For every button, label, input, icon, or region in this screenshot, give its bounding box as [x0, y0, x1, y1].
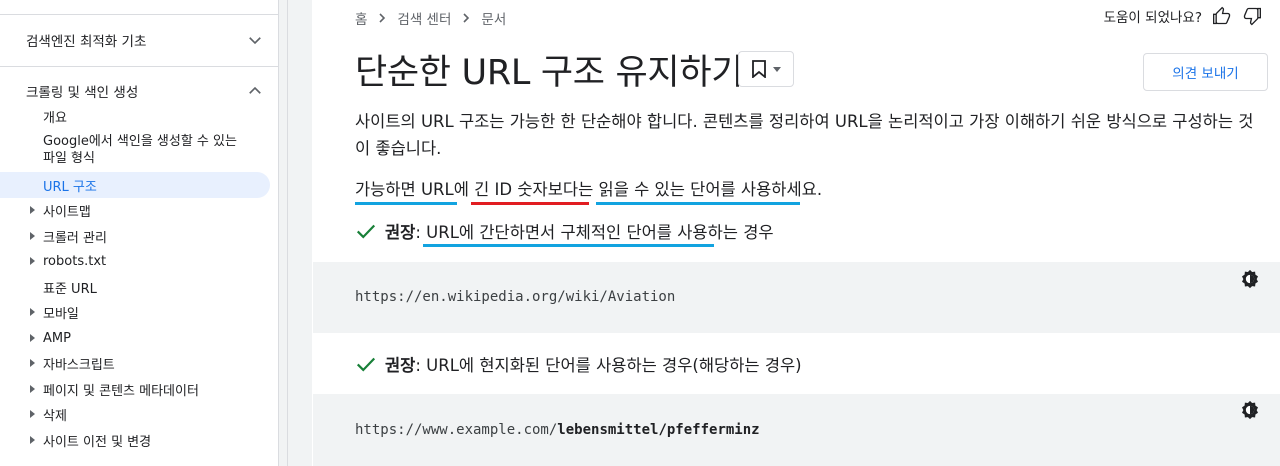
sidebar-item-label: AMP [43, 330, 71, 346]
check-icon [356, 357, 376, 372]
intro-paragraph: 사이트의 URL 구조는 가능한 한 단순해야 합니다. 콘텐츠를 정리하여 U… [355, 112, 1254, 158]
dropdown-arrow-icon [773, 66, 781, 72]
sidebar-item-label: 크롤러 관리 [43, 230, 107, 246]
chevron-right-icon [463, 13, 470, 23]
sidebar-item-label: robots.txt [43, 253, 107, 269]
chevron-down-icon [249, 37, 261, 45]
theme-toggle-icon[interactable] [1240, 269, 1260, 289]
breadcrumb-docs[interactable]: 문서 [481, 8, 506, 28]
sidebar: 검색엔진 최적화 기초 크롤링 및 색인 생성 개요 Google에서 색인을 … [0, 0, 278, 466]
code-text: https://en.wikipedia.org/wiki/Aviation [355, 289, 676, 305]
caret-right-icon [30, 232, 35, 240]
recommendation-2: 권장 : URL에 현지화된 단어를 사용하는 경우(해당하는 경우) [355, 352, 802, 376]
gutter-divider [287, 0, 288, 466]
breadcrumb-home[interactable]: 홈 [355, 8, 367, 28]
sidebar-item-removals[interactable]: 삭제 [0, 404, 270, 424]
sidebar-item-label: URL 구조 [43, 179, 97, 195]
caret-right-icon [30, 410, 35, 418]
helpful-widget: 도움이 되었나요? [1104, 6, 1262, 26]
code-sample: https://en.wikipedia.org/wiki/Aviation [355, 289, 675, 305]
bookmark-icon [752, 60, 766, 78]
breadcrumb-search-central[interactable]: 검색 센터 [397, 8, 451, 28]
chevron-right-icon [379, 13, 386, 23]
guideline-text: 가능하면 URL에 긴 ID 숫자보다는 읽을 수 있는 단어를 사용하세요. [355, 180, 823, 199]
sidebar-item-label: 삭제 [43, 408, 67, 424]
caret-right-icon [30, 359, 35, 367]
caret-right-icon [30, 385, 35, 393]
sidebar-section-crawling[interactable]: 크롤링 및 색인 생성 [0, 71, 278, 111]
helpful-label: 도움이 되었나요? [1103, 10, 1202, 26]
recommendation-label: 권장 [385, 356, 416, 375]
sidebar-item-amp[interactable]: AMP [0, 328, 270, 348]
sidebar-item-crawler-management[interactable]: 크롤러 관리 [0, 226, 270, 246]
check-icon [356, 224, 376, 239]
theme-toggle-icon[interactable] [1240, 400, 1260, 420]
sidebar-item-page-metadata[interactable]: 페이지 및 콘텐츠 메타데이터 [0, 379, 270, 399]
breadcrumb: 홈 검색 센터 문서 [355, 8, 506, 28]
annotation-underline-blue [596, 202, 800, 205]
sidebar-section-seo-basics[interactable]: 검색엔진 최적화 기초 [0, 20, 278, 60]
sidebar-item-javascript[interactable]: 자바스크립트 [0, 353, 270, 373]
sidebar-item-label: 모바일 [43, 306, 79, 322]
code-block-2: https://www.example.com/lebensmittel/pfe… [313, 394, 1280, 466]
annotation-underline-red [471, 202, 589, 205]
code-block-1: https://en.wikipedia.org/wiki/Aviation [313, 262, 1280, 333]
code-text: https://www.example.com/ [355, 422, 558, 438]
recommendation-text: : URL에 현지화된 단어를 사용하는 경우(해당하는 경우) [415, 356, 802, 375]
thumb-up-icon [1213, 6, 1231, 25]
sidebar-item-label: 개요 [43, 110, 67, 126]
sidebar-item-robots-txt[interactable]: robots.txt [0, 251, 270, 271]
recommendation-text: : URL에 간단하면서 구체적인 단어를 사용하는 경우 [415, 223, 774, 242]
sidebar-scroll-gutter [278, 0, 312, 466]
sidebar-item-label: Google에서 색인을 생성할 수 있는 파일 형식 [43, 134, 237, 166]
sidebar-divider [0, 66, 278, 67]
thumb-down-button[interactable] [1242, 6, 1262, 26]
sidebar-item-label: 사이트맵 [43, 204, 91, 220]
caret-right-icon [30, 436, 35, 444]
caret-right-icon [30, 308, 35, 316]
send-feedback-button[interactable]: 의견 보내기 [1143, 53, 1268, 91]
sidebar-section-label: 크롤링 및 색인 생성 [26, 85, 139, 101]
sidebar-divider [0, 14, 278, 15]
bookmark-button[interactable] [738, 51, 794, 87]
page-title: 단순한 URL 구조 유지하기 [355, 53, 744, 93]
chevron-up-icon [249, 86, 261, 94]
sidebar-item-label: 페이지 및 콘텐츠 메타데이터 [43, 383, 199, 399]
recommendation-label: 권장 [385, 223, 416, 242]
annotation-underline-blue [355, 202, 457, 205]
sidebar-item-overview[interactable]: 개요 [0, 106, 270, 126]
sidebar-item-file-types[interactable]: Google에서 색인을 생성할 수 있는 파일 형식 [0, 133, 270, 169]
sidebar-item-label: 자바스크립트 [43, 357, 115, 373]
sidebar-item-canonical-url[interactable]: 표준 URL [0, 277, 270, 297]
sidebar-item-site-moves[interactable]: 사이트 이전 및 변경 [0, 430, 270, 450]
annotation-underline-blue [423, 244, 714, 247]
caret-right-icon [30, 206, 35, 214]
thumb-down-icon [1243, 7, 1261, 26]
sidebar-item-label: 표준 URL [43, 281, 97, 297]
sidebar-item-url-structure[interactable]: URL 구조 [0, 172, 270, 198]
sidebar-item-sitemaps[interactable]: 사이트맵 [0, 200, 270, 220]
code-sample: https://www.example.com/lebensmittel/pfe… [355, 422, 760, 438]
sidebar-item-label: 사이트 이전 및 변경 [43, 434, 152, 450]
recommendation-1: 권장 : URL에 간단하면서 구체적인 단어를 사용하는 경우 [355, 219, 774, 243]
caret-right-icon [30, 334, 35, 342]
caret-right-icon [30, 257, 35, 265]
sidebar-section-label: 검색엔진 최적화 기초 [26, 34, 147, 50]
code-text-bold: lebensmittel/pfefferminz [557, 422, 760, 438]
sidebar-item-mobile[interactable]: 모바일 [0, 302, 270, 322]
thumb-up-button[interactable] [1212, 6, 1232, 26]
